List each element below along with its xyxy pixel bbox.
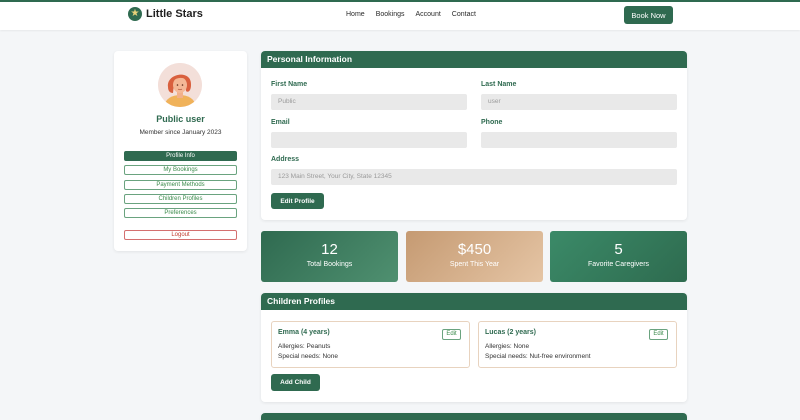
phone-field[interactable] [481,132,677,148]
first-name-label: First Name [271,81,308,88]
child-special-needs: Special needs: None [278,353,338,360]
brand[interactable]: ★ Little Stars [128,7,203,21]
menu-payment-methods[interactable]: Payment Methods [124,179,237,190]
children-profiles-panel: Children Profiles Emma (4 years) Edit Al… [261,293,687,402]
edit-profile-button[interactable]: Edit Profile [271,193,324,209]
email-field[interactable] [271,132,467,148]
stat-value: $450 [457,241,492,258]
stat-total-bookings: 12 Total Bookings [261,231,398,282]
stat-value: 12 [321,241,338,258]
child-allergies: Allergies: Peanuts [278,343,331,350]
stat-label: Spent This Year [449,261,500,268]
menu-children-profiles[interactable]: Children Profiles [124,193,237,204]
panel-title-cut-off [261,413,687,420]
avatar-illustration-icon [158,63,202,107]
navbar: ★ Little Stars Home Bookings Account Con… [0,2,800,30]
stat-label: Total Bookings [306,261,353,268]
profile-menu: Profile Info My Bookings Payment Methods… [124,151,237,222]
personal-information-panel: Personal Information First Name Public L… [261,51,687,220]
child-card-lucas: Lucas (2 years) Edit Allergies: None Spe… [478,321,677,368]
last-name-label: Last Name [481,81,517,88]
menu-profile-info[interactable]: Profile Info [124,151,237,161]
child-special-needs: Special needs: Nut-free environment [485,353,591,360]
phone-label: Phone [481,119,503,126]
child-name: Emma (4 years) [278,329,330,336]
star-icon: ★ [128,7,142,21]
edit-child-button[interactable]: Edit [649,329,668,340]
account-preferences-panel [261,413,687,420]
nav-links: Home Bookings Account Contact [346,11,476,18]
book-now-button[interactable]: Book Now [624,6,673,24]
brand-name: Little Stars [146,8,203,20]
nav-link-home[interactable]: Home [346,11,365,18]
stat-value: 5 [614,241,623,258]
add-child-button[interactable]: Add Child [271,374,320,391]
nav-link-bookings[interactable]: Bookings [376,11,405,18]
panel-title: Children Profiles [261,293,687,310]
address-field[interactable]: 123 Main Street, Your City, State 12345 [271,169,677,185]
child-card-emma: Emma (4 years) Edit Allergies: Peanuts S… [271,321,470,368]
stat-spent-this-year: $450 Spent This Year [406,231,543,282]
child-name: Lucas (2 years) [485,329,536,336]
edit-child-button[interactable]: Edit [442,329,461,340]
user-name: Public user [156,114,205,124]
stat-label: Favorite Caregivers [587,261,650,268]
logout-button[interactable]: Logout [124,230,237,240]
nav-link-account[interactable]: Account [415,11,440,18]
email-label: Email [271,119,290,126]
menu-preferences[interactable]: Preferences [124,208,237,219]
first-name-field[interactable]: Public [271,94,467,110]
menu-my-bookings[interactable]: My Bookings [124,165,237,176]
address-label: Address [271,156,300,163]
member-since: Member since January 2023 [139,129,222,136]
avatar [158,63,202,107]
profile-card: Public user Member since January 2023 Pr… [114,51,247,251]
last-name-field[interactable]: user [481,94,677,110]
child-allergies: Allergies: None [485,343,530,350]
stat-favorite-caregivers: 5 Favorite Caregivers [550,231,687,282]
nav-link-contact[interactable]: Contact [452,11,476,18]
panel-title: Personal Information [261,51,687,68]
